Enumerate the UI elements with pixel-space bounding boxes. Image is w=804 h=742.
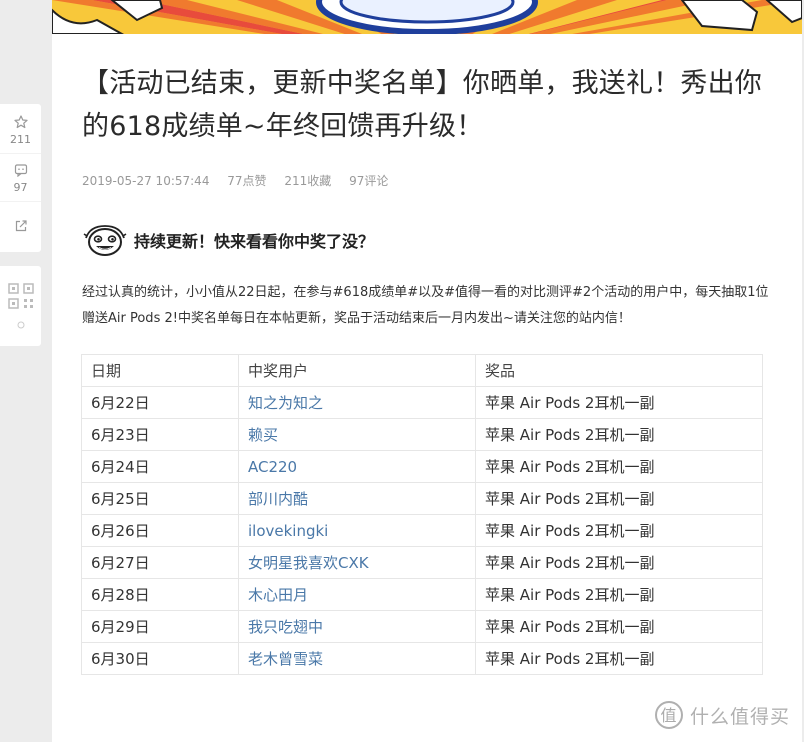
winners-table: 日期 中奖用户 奖品 6月22日 知之为知之 苹果 Air Pods 2耳机一副… [81, 354, 763, 675]
site-watermark: 值 什么值得买 [654, 700, 790, 730]
user-cell: AC220 [238, 450, 476, 483]
table-row: 6月26日 ilovekingki 苹果 Air Pods 2耳机一副 [81, 514, 763, 547]
comment-count-text: 97评论 [349, 174, 389, 188]
table-header-row: 日期 中奖用户 奖品 [81, 354, 763, 387]
header-prize: 奖品 [475, 354, 763, 387]
user-link[interactable]: 老木曾雪菜 [248, 650, 323, 668]
user-cell: 老木曾雪菜 [238, 642, 476, 675]
banner-illustration [52, 0, 802, 34]
table-row: 6月22日 知之为知之 苹果 Air Pods 2耳机一副 [81, 386, 763, 419]
user-cell: 知之为知之 [238, 386, 476, 419]
user-cell: 赖买 [238, 418, 476, 451]
prize-cell: 苹果 Air Pods 2耳机一副 [475, 642, 763, 675]
user-cell: 部川内酷 [238, 482, 476, 515]
table-row: 6月27日 女明星我喜欢CXK 苹果 Air Pods 2耳机一副 [81, 546, 763, 579]
publish-time: 2019-05-27 10:57:44 [82, 174, 210, 188]
comment-count: 97 [13, 180, 28, 194]
star-icon [13, 114, 28, 128]
prize-cell: 苹果 Air Pods 2耳机一副 [475, 450, 763, 483]
table-row: 6月25日 部川内酷 苹果 Air Pods 2耳机一副 [81, 482, 763, 515]
prize-cell: 苹果 Air Pods 2耳机一副 [475, 514, 763, 547]
favorite-count: 211 [10, 132, 31, 146]
user-link[interactable]: 我只吃翅中 [248, 618, 323, 636]
article-title: 【活动已结束，更新中奖名单】你晒单，我送礼！秀出你的618成绩单~年终回馈再升级… [82, 68, 762, 142]
user-link[interactable]: AC220 [248, 458, 297, 476]
section-title: 持续更新！快来看看你中奖了没？ [134, 232, 375, 251]
like-count: 77点赞 [227, 174, 267, 188]
date-cell: 6月23日 [81, 418, 239, 451]
article-banner [52, 0, 802, 34]
table-row: 6月28日 木心田月 苹果 Air Pods 2耳机一副 [81, 578, 763, 611]
intro-paragraph: 经过认真的统计，小小值从22日起，在参与#618成绩单#以及#值得一看的对比测评… [82, 285, 769, 326]
date-cell: 6月29日 [81, 610, 239, 643]
table-row: 6月30日 老木曾雪菜 苹果 Air Pods 2耳机一副 [81, 642, 763, 675]
prize-cell: 苹果 Air Pods 2耳机一副 [475, 610, 763, 643]
user-link[interactable]: 女明星我喜欢CXK [248, 554, 369, 572]
prize-cell: 苹果 Air Pods 2耳机一副 [475, 482, 763, 515]
smiley-face-icon [83, 225, 127, 256]
user-cell: ilovekingki [238, 514, 476, 547]
prize-cell: 苹果 Air Pods 2耳机一副 [475, 578, 763, 611]
section-heading: 持续更新！快来看看你中奖了没？ [82, 222, 374, 258]
user-link[interactable]: ilovekingki [248, 522, 328, 540]
article-card: 【活动已结束，更新中奖名单】你晒单，我送礼！秀出你的618成绩单~年终回馈再升级… [52, 0, 802, 742]
date-cell: 6月26日 [81, 514, 239, 547]
table-row: 6月24日 AC220 苹果 Air Pods 2耳机一副 [81, 450, 763, 483]
table-row: 6月23日 赖买 苹果 Air Pods 2耳机一副 [81, 418, 763, 451]
prize-cell: 苹果 Air Pods 2耳机一副 [475, 418, 763, 451]
comment-button[interactable]: 97 [0, 154, 41, 202]
date-cell: 6月30日 [81, 642, 239, 675]
floating-action-bar: 211 97 [0, 104, 41, 346]
share-button[interactable] [0, 202, 41, 250]
prize-cell: 苹果 Air Pods 2耳机一副 [475, 386, 763, 419]
user-cell: 木心田月 [238, 578, 476, 611]
header-user: 中奖用户 [238, 354, 476, 387]
date-cell: 6月28日 [81, 578, 239, 611]
share-icon [15, 220, 27, 232]
user-link[interactable]: 知之为知之 [248, 394, 323, 412]
phone-dot-icon [17, 321, 24, 329]
smzdm-logo-icon: 值 [654, 701, 683, 729]
watermark-text: 什么值得买 [689, 705, 790, 728]
user-cell: 我只吃翅中 [238, 610, 476, 643]
user-link[interactable]: 木心田月 [248, 586, 308, 604]
user-cell: 女明星我喜欢CXK [238, 546, 476, 579]
qr-code-button[interactable] [0, 266, 41, 346]
user-link[interactable]: 部川内酷 [248, 490, 308, 508]
svg-text:值: 值 [660, 706, 677, 725]
date-cell: 6月25日 [81, 482, 239, 515]
favorite-button[interactable]: 211 [0, 106, 41, 154]
header-date: 日期 [81, 354, 239, 387]
prize-cell: 苹果 Air Pods 2耳机一副 [475, 546, 763, 579]
action-box: 211 97 [0, 104, 41, 252]
date-cell: 6月27日 [81, 546, 239, 579]
table-row: 6月29日 我只吃翅中 苹果 Air Pods 2耳机一副 [81, 610, 763, 643]
date-cell: 6月24日 [81, 450, 239, 483]
date-cell: 6月22日 [81, 386, 239, 419]
article-meta: 2019-05-27 10:57:44 77点赞 211收藏 97评论 [82, 172, 402, 189]
comment-icon [14, 163, 27, 177]
favorite-count-text: 211收藏 [284, 174, 332, 188]
qr-code-icon [7, 283, 34, 309]
user-link[interactable]: 赖买 [248, 426, 278, 444]
